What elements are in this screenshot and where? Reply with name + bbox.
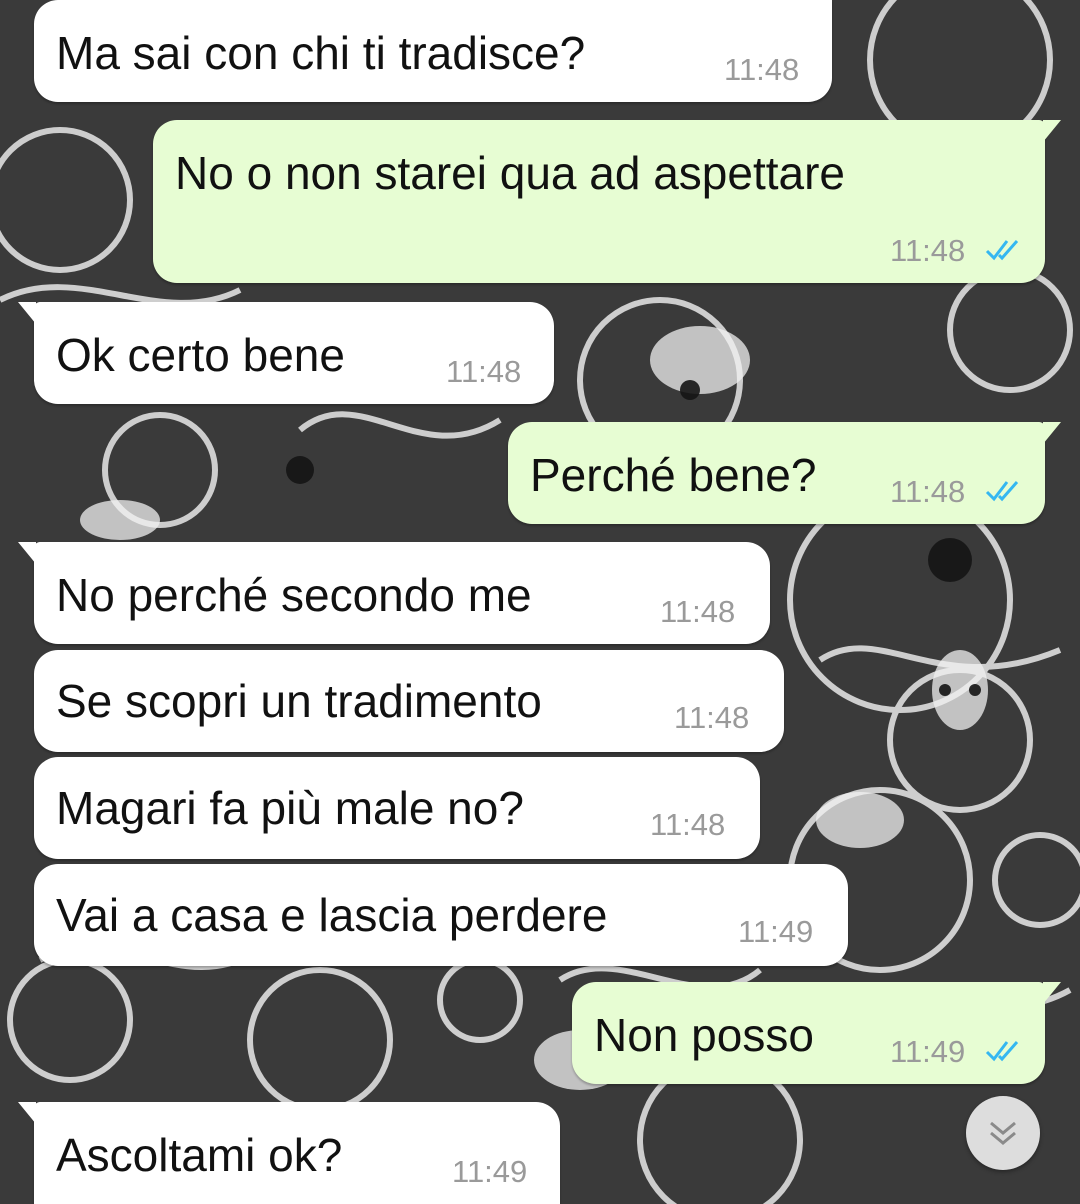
bubble-tail xyxy=(1043,120,1061,142)
message-timestamp: 11:48 xyxy=(890,233,966,268)
message-text: Ok certo bene xyxy=(56,329,345,381)
message-text: No perché secondo me xyxy=(56,569,532,621)
message-timestamp: 11:48 xyxy=(674,700,750,735)
message-timestamp: 11:48 xyxy=(650,807,726,842)
message-bubble-incoming[interactable]: Ok certo bene 11:48 xyxy=(18,302,554,404)
double-chevron-down-icon xyxy=(990,1121,1016,1145)
message-bubble-incoming[interactable]: Ma sai con chi ti tradisce? 11:48 xyxy=(34,0,832,102)
message-text: Se scopri un tradimento xyxy=(56,675,542,727)
bubble-tail xyxy=(18,302,36,324)
message-text: Perché bene? xyxy=(530,449,817,501)
message-text: Non posso xyxy=(594,1009,814,1061)
message-timestamp: 11:49 xyxy=(738,914,814,949)
message-text: No o non starei qua ad aspettare xyxy=(175,147,846,199)
double-check-read-icon xyxy=(985,240,1019,261)
message-bubble-incoming[interactable]: Vai a casa e lascia perdere 11:49 xyxy=(34,864,848,966)
message-text: Magari fa più male no? xyxy=(56,782,524,834)
message-bubble-incoming[interactable]: No perché secondo me 11:48 xyxy=(18,542,770,644)
message-bubble-incoming[interactable]: Se scopri un tradimento 11:48 xyxy=(34,650,784,752)
bubble-tail xyxy=(18,542,36,564)
bubble-tail xyxy=(1043,422,1061,444)
double-check-read-icon xyxy=(985,481,1019,502)
message-timestamp: 11:49 xyxy=(452,1154,528,1189)
message-text: Vai a casa e lascia perdere xyxy=(56,889,608,941)
message-timestamp: 11:48 xyxy=(890,474,966,509)
bubble-tail xyxy=(1043,982,1061,1004)
scroll-to-bottom-button[interactable] xyxy=(966,1096,1040,1170)
message-timestamp: 11:49 xyxy=(890,1034,966,1069)
message-bubble-outgoing[interactable]: Non posso 11:49 xyxy=(572,982,1061,1084)
message-timestamp: 11:48 xyxy=(660,594,736,629)
double-check-read-icon xyxy=(985,1041,1019,1062)
message-timestamp: 11:48 xyxy=(446,354,522,389)
bubble-tail xyxy=(18,1102,36,1124)
message-bubble-incoming[interactable]: Ascoltami ok? 11:49 xyxy=(18,1102,560,1204)
message-bubble-incoming[interactable]: Magari fa più male no? 11:48 xyxy=(34,757,760,859)
message-text: Ma sai con chi ti tradisce? xyxy=(56,27,586,79)
message-list[interactable]: Ma sai con chi ti tradisce? 11:48 No o n… xyxy=(0,0,1080,1204)
message-bubble-outgoing[interactable]: Perché bene? 11:48 xyxy=(508,422,1061,524)
message-bubble-outgoing[interactable]: No o non starei qua ad aspettare 11:48 xyxy=(153,120,1061,283)
message-timestamp: 11:48 xyxy=(724,52,800,87)
message-text: Ascoltami ok? xyxy=(56,1129,343,1181)
